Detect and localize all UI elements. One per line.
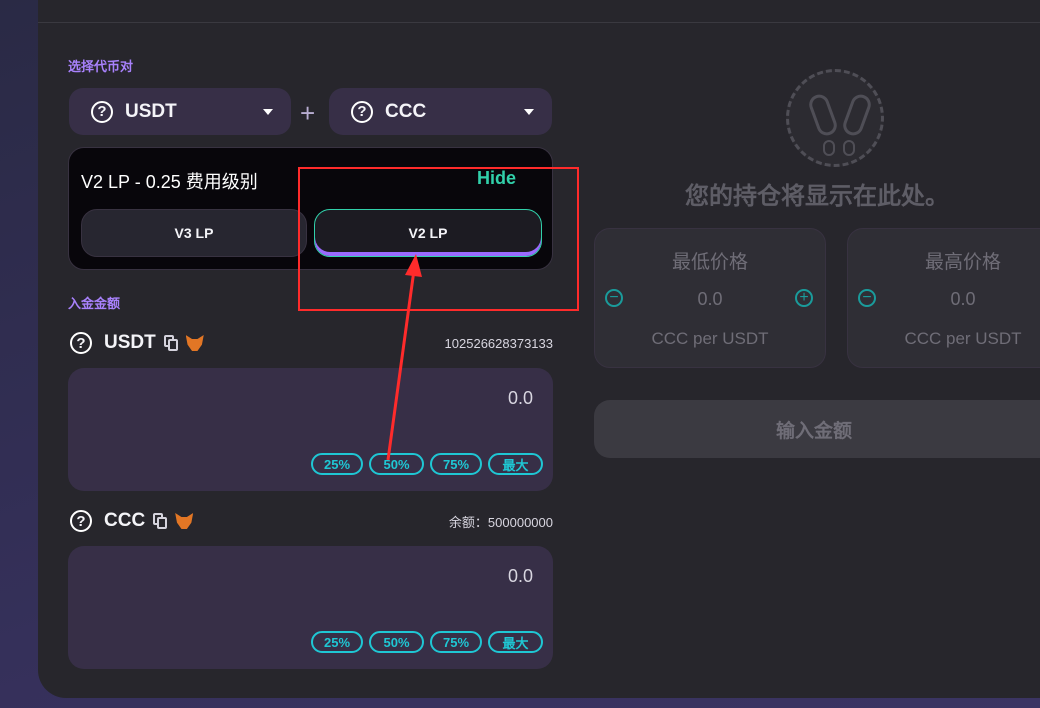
- usdt-amount-value: 0.0: [507, 388, 533, 408]
- question-circle-icon: ?: [91, 100, 113, 123]
- min-price-value[interactable]: 0.0: [595, 289, 825, 310]
- ccc-symbol: CCC: [104, 510, 146, 531]
- max-price-card: 最高价格 − 0.0 CCC per USDT: [847, 228, 1040, 368]
- token-a-symbol: USDT: [125, 100, 177, 122]
- ccc-asset-header: ? CCC: [70, 508, 194, 534]
- question-circle-icon: ?: [70, 332, 92, 354]
- token-b-select[interactable]: ? CCC: [329, 88, 552, 135]
- question-circle-icon: ?: [351, 100, 373, 123]
- percent-max-button[interactable]: 最大: [488, 631, 543, 653]
- caret-down-icon: [524, 108, 534, 115]
- pair-section-label: 选择代币对: [68, 59, 134, 74]
- ccc-percent-buttons: 25% 50% 75% 最大: [311, 631, 543, 653]
- max-price-title: 最高价格: [924, 252, 1001, 273]
- token-a-select[interactable]: ? USDT: [69, 88, 291, 135]
- min-price-card: 最低价格 − 0.0 + CCC per USDT: [594, 228, 826, 368]
- enter-amount-button[interactable]: 输入金额: [594, 400, 1040, 458]
- ccc-balance: 余额：500000000: [448, 515, 553, 530]
- panel-divider: [38, 22, 1040, 23]
- max-price-value[interactable]: 0.0: [848, 289, 1040, 310]
- percent-max-button[interactable]: 最大: [488, 453, 543, 475]
- usdt-symbol: USDT: [104, 332, 156, 353]
- annotation-highlight-box: [298, 167, 579, 311]
- ccc-amount-input[interactable]: 0.0 25% 50% 75% 最大: [68, 546, 553, 669]
- plus-icon[interactable]: +: [795, 289, 813, 307]
- caret-down-icon: [263, 108, 273, 115]
- min-price-title: 最低价格: [671, 252, 748, 273]
- empty-position-rabbit-icon: [786, 69, 884, 167]
- metamask-icon[interactable]: [175, 513, 194, 529]
- position-placeholder-text: 您的持仓将显示在此处。: [685, 183, 949, 210]
- metamask-icon[interactable]: [185, 335, 204, 351]
- usdt-balance: 102526628373133: [444, 336, 553, 351]
- percent-25-button[interactable]: 25%: [311, 631, 363, 653]
- question-circle-icon: ?: [70, 510, 92, 532]
- usdt-asset-header: ? USDT: [70, 330, 204, 356]
- percent-75-button[interactable]: 75%: [430, 453, 482, 475]
- usdt-amount-input[interactable]: 0.0 25% 50% 75% 最大: [68, 368, 553, 491]
- percent-50-button[interactable]: 50%: [369, 631, 424, 653]
- copy-icon[interactable]: [153, 513, 168, 529]
- plus-separator: +: [300, 98, 316, 128]
- usdt-percent-buttons: 25% 50% 75% 最大: [311, 453, 543, 475]
- percent-25-button[interactable]: 25%: [311, 453, 363, 475]
- tier-v3-lp-button[interactable]: V3 LP: [81, 209, 307, 257]
- token-b-symbol: CCC: [385, 100, 427, 122]
- percent-75-button[interactable]: 75%: [430, 631, 482, 653]
- ccc-amount-value: 0.0: [507, 566, 533, 586]
- min-price-unit: CCC per USDT: [651, 329, 769, 348]
- copy-icon[interactable]: [163, 335, 178, 351]
- fee-tier-title: V2 LP - 0.25 费用级别: [81, 172, 258, 192]
- max-price-unit: CCC per USDT: [904, 329, 1022, 348]
- deposit-section-label: 入金金额: [68, 296, 121, 311]
- percent-50-button[interactable]: 50%: [369, 453, 424, 475]
